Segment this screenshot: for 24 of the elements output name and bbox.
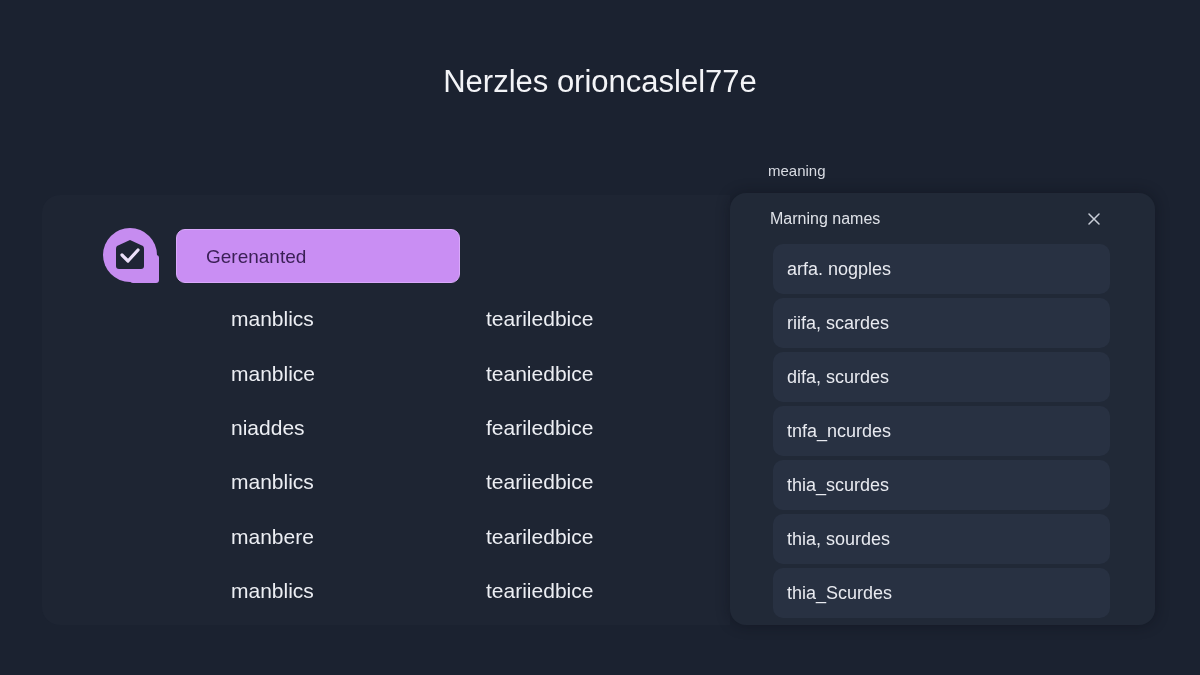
table-cell: feariledbice <box>486 415 594 440</box>
table-cell-text: manblics <box>231 579 315 604</box>
table-cell-text: manblice <box>231 361 317 386</box>
status-chip[interactable]: Gerenanted <box>176 229 460 283</box>
name-item[interactable]: thia_scurdes <box>773 460 1110 510</box>
table-cell-text: manblics <box>231 307 315 332</box>
table-cell-text: manbere <box>231 524 315 549</box>
name-item[interactable]: difa, scurdes <box>773 352 1110 402</box>
name-item[interactable]: tnfa_ncurdes <box>773 406 1110 456</box>
name-item[interactable]: riifa, scardes <box>773 298 1110 348</box>
table-cell: teariiedbice <box>486 579 594 604</box>
table-cell-text: manblics <box>231 470 315 495</box>
name-item[interactable]: thia, sourdes <box>773 514 1110 564</box>
name-item[interactable]: arfa. nogples <box>773 244 1110 294</box>
page-title: Nerzles orioncaslel77e <box>443 63 757 101</box>
close-icon[interactable] <box>1088 213 1100 225</box>
table-cell: teariledbice <box>486 524 594 549</box>
table-cell-text: niaddes <box>231 415 306 440</box>
table-cell: teariledbice <box>486 307 594 332</box>
panel-title: Marning names <box>770 210 881 228</box>
table-cell: teariiedbice <box>486 470 594 495</box>
table-cell: teaniedbice <box>486 361 594 386</box>
name-item[interactable]: thia_Scurdes <box>773 568 1110 618</box>
section-label: meaning <box>767 161 826 181</box>
